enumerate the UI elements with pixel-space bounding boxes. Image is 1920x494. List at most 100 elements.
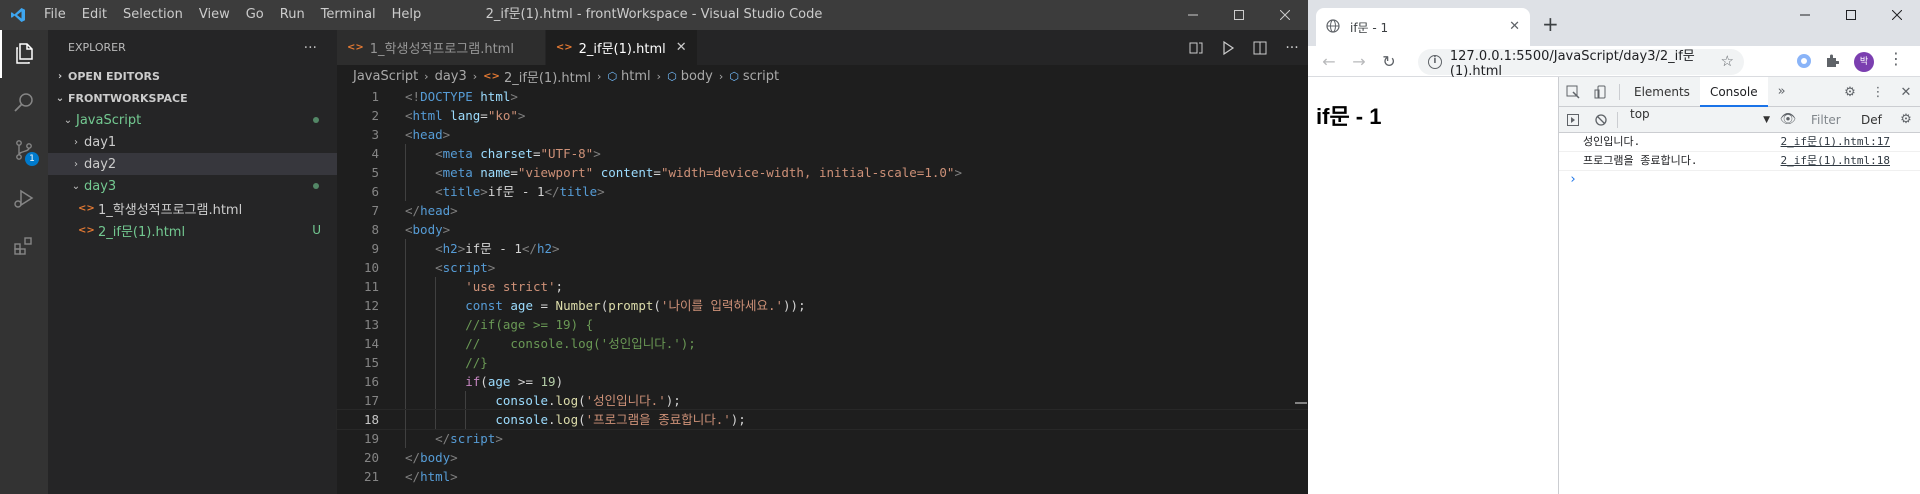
tree-folder-day1[interactable]: › day1: [48, 131, 337, 153]
breadcrumb-item[interactable]: JavaScript: [353, 69, 418, 84]
console-prompt[interactable]: ›: [1559, 171, 1920, 190]
indent-guide: [435, 334, 437, 353]
breadcrumb-item[interactable]: script: [743, 69, 779, 84]
extension-icon[interactable]: [1794, 51, 1814, 71]
tree-file-1[interactable]: <> 1_학생성적프로그램.html: [48, 197, 337, 219]
console-message: 프로그램을 종료합니다. 2_if문(1).html:18: [1559, 152, 1920, 171]
run-icon[interactable]: [1212, 30, 1244, 65]
breadcrumb-item[interactable]: body: [681, 69, 713, 84]
run-debug-icon[interactable]: [0, 174, 48, 222]
explorer-icon[interactable]: [0, 30, 48, 78]
breadcrumb-item[interactable]: 2_if문(1).html: [504, 67, 591, 86]
maximize-icon[interactable]: [1216, 0, 1262, 30]
devtools-tabs: Elements Console » ⚙ ⋮ ✕: [1559, 76, 1920, 107]
chevron-down-icon: ⌄: [55, 92, 65, 104]
menu-file[interactable]: File: [36, 0, 74, 30]
tree-file-2[interactable]: <> 2_if문(1).html U: [48, 219, 337, 241]
menu-terminal[interactable]: Terminal: [313, 0, 384, 30]
source-control-icon[interactable]: 1: [0, 126, 48, 174]
tab-file-1[interactable]: <> 1_학생성적프로그램.html ✕: [337, 30, 546, 65]
modified-dot: [313, 183, 319, 189]
profile-avatar[interactable]: 박: [1854, 52, 1874, 72]
chrome-tabstrip: if문 - 1 ✕ +: [1308, 0, 1920, 46]
minimize-icon[interactable]: [1782, 0, 1828, 30]
scm-badge: 1: [25, 152, 39, 166]
log-source-link[interactable]: 2_if문(1).html:18: [1781, 152, 1890, 170]
search-icon[interactable]: [0, 78, 48, 126]
menu-help[interactable]: Help: [384, 0, 430, 30]
menu-edit[interactable]: Edit: [74, 0, 115, 30]
sidebar-toggle-icon[interactable]: [1559, 105, 1587, 135]
filter-input[interactable]: Filter: [1811, 107, 1841, 133]
code-line: 12 const age = Number(prompt('나이를 입력하세요.…: [363, 296, 806, 315]
extensions-icon[interactable]: [0, 222, 48, 270]
context-select[interactable]: top ▼: [1630, 107, 1770, 133]
open-changes-icon[interactable]: [1180, 30, 1212, 65]
html-file-icon: <>: [78, 224, 95, 236]
split-editor-icon[interactable]: [1244, 30, 1276, 65]
scrollbar[interactable]: [1294, 87, 1308, 494]
menu-run[interactable]: Run: [272, 0, 313, 30]
menu-view[interactable]: View: [191, 0, 238, 30]
menu-selection[interactable]: Selection: [115, 0, 191, 30]
close-icon[interactable]: [1874, 0, 1920, 30]
log-levels-select[interactable]: Def: [1861, 107, 1882, 133]
explorer-header: EXPLORER ···: [48, 30, 337, 65]
folder-label: day1: [84, 134, 117, 150]
workspace-section[interactable]: ⌄ FRONTWORKSPACE: [48, 87, 337, 109]
gear-icon[interactable]: ⚙: [1892, 105, 1920, 135]
menu-kebab-icon[interactable]: ⋮: [1864, 77, 1892, 107]
puzzle-icon[interactable]: [1822, 51, 1842, 71]
prompt-chevron-icon: ›: [1569, 172, 1577, 187]
more-actions-icon[interactable]: ···: [304, 40, 317, 56]
tab-console[interactable]: Console: [1699, 76, 1768, 107]
bookmark-star-icon[interactable]: ☆: [1721, 52, 1734, 70]
more-actions-icon[interactable]: ···: [1276, 30, 1308, 65]
html-file-icon: <>: [483, 70, 500, 82]
browser-tab[interactable]: if문 - 1 ✕: [1316, 8, 1530, 46]
back-icon[interactable]: ←: [1314, 46, 1344, 76]
page-heading: if문 - 1: [1316, 104, 1382, 129]
html-file-icon: <>: [555, 42, 573, 53]
more-tabs-icon[interactable]: »: [1768, 77, 1796, 107]
tree-folder-javascript[interactable]: ⌄ JavaScript: [48, 109, 337, 131]
forward-icon[interactable]: →: [1344, 46, 1374, 76]
breadcrumb-item[interactable]: day3: [435, 69, 467, 84]
code-line: 9 <h2>if문 - 1</h2>: [371, 239, 560, 258]
close-icon[interactable]: ✕: [1892, 77, 1920, 107]
tab-file-2[interactable]: <> 2_if문(1).html ✕: [545, 30, 698, 65]
info-icon[interactable]: i: [1428, 55, 1442, 69]
address-bar[interactable]: i 127.0.0.1:5500/JavaScript/day3/2_if문(1…: [1418, 49, 1744, 79]
element-icon: ⬡: [667, 69, 677, 83]
menu-kebab-icon[interactable]: ⋮: [1888, 49, 1904, 68]
gear-icon[interactable]: ⚙: [1836, 77, 1864, 107]
eye-icon[interactable]: 👁: [1774, 105, 1802, 135]
globe-icon: [1326, 18, 1340, 36]
maximize-icon[interactable]: [1828, 0, 1874, 30]
indent-guide: [435, 372, 437, 391]
new-tab-button[interactable]: +: [1542, 14, 1559, 34]
open-editors-section[interactable]: › OPEN EDITORS: [48, 65, 337, 87]
code-editor[interactable]: 1 <!DOCTYPE html> 2 <html lang="ko"> 3 <hea…: [336, 87, 1309, 486]
close-tab-icon[interactable]: ✕: [676, 40, 687, 55]
code-line: 2 <html lang="ko">: [371, 108, 526, 123]
html-file-icon: <>: [78, 202, 95, 214]
tree-folder-day3[interactable]: ⌄ day3: [48, 175, 337, 197]
log-source-link[interactable]: 2_if문(1).html:17: [1781, 133, 1890, 151]
device-toggle-icon[interactable]: [1587, 77, 1615, 107]
indent-guide: [405, 334, 406, 353]
breadcrumb-item[interactable]: html: [621, 69, 651, 84]
tree-folder-day2[interactable]: › day2: [48, 153, 337, 175]
close-tab-icon[interactable]: ✕: [1509, 19, 1520, 34]
clear-console-icon[interactable]: [1587, 105, 1615, 135]
code-line: 8 <body>: [371, 222, 451, 237]
minimize-icon[interactable]: [1170, 0, 1216, 30]
code-line: 16 if(age >= 19): [363, 372, 564, 391]
tab-elements[interactable]: Elements: [1624, 77, 1700, 107]
close-icon[interactable]: [1262, 0, 1308, 30]
vscode-window: File Edit Selection View Go Run Terminal…: [0, 0, 1309, 494]
file-label: 1_학생성적프로그램.html: [98, 202, 243, 218]
menu-go[interactable]: Go: [238, 0, 272, 30]
reload-icon[interactable]: ↻: [1374, 46, 1404, 76]
inspect-icon[interactable]: [1559, 77, 1587, 107]
